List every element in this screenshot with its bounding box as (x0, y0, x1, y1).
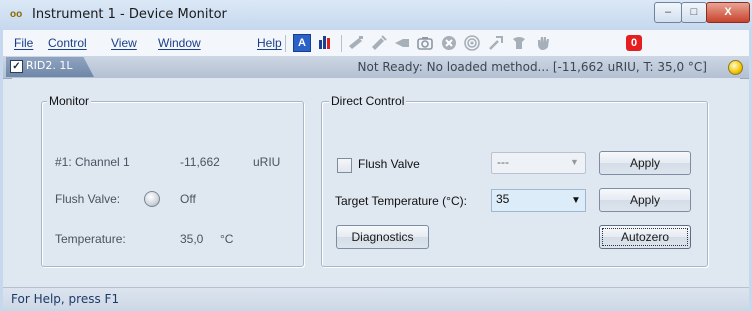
window-title: Instrument 1 - Device Monitor (32, 7, 227, 22)
status-bar-text: For Help, press F1 (11, 292, 120, 306)
temperature-unit: °C (220, 232, 234, 246)
module-header: ✓ RID2. 1L Not Ready: No loaded method..… (3, 56, 749, 79)
menu-control[interactable]: Control (48, 36, 87, 50)
flush-valve-led-icon (144, 191, 160, 207)
menu-bar: File Control View Window Help A 0 (3, 30, 749, 57)
valve-icon[interactable] (393, 34, 411, 52)
channel-unit: uRIU (253, 155, 281, 169)
signal-bars-icon[interactable] (316, 34, 334, 52)
flush-valve-checkbox[interactable] (337, 158, 352, 173)
channel-value: -11,662 (180, 155, 220, 169)
flush-valve-value: Off (180, 192, 196, 206)
apply-flush-button[interactable]: Apply (599, 151, 691, 175)
method-a-icon[interactable]: A (293, 34, 311, 52)
apply-temperature-button[interactable]: Apply (599, 188, 691, 212)
target-icon[interactable] (463, 34, 481, 52)
maximize-button[interactable]: □ (681, 2, 707, 23)
app-icon: oo (10, 9, 23, 20)
tool-icon[interactable] (510, 34, 528, 52)
menu-file[interactable]: File (14, 36, 33, 50)
camera-icon[interactable] (416, 34, 434, 52)
target-temperature-label: Target Temperature (°C): (335, 194, 467, 208)
minimize-button[interactable]: – (654, 2, 682, 23)
cancel-icon[interactable] (440, 34, 458, 52)
module-enabled-checkbox[interactable]: ✓ (10, 60, 23, 73)
chevron-down-icon: ▼ (570, 157, 579, 167)
status-led-icon (728, 60, 743, 75)
flush-valve-checkbox-label[interactable]: Flush Valve (358, 157, 420, 171)
chevron-down-icon[interactable]: ▼ (571, 195, 581, 206)
module-name: RID2. 1L (26, 59, 73, 72)
flush-valve-select-value: --- (497, 155, 509, 169)
temperature-value: 35,0 (180, 232, 204, 246)
hand-icon[interactable] (534, 34, 552, 52)
status-bar: For Help, press F1 (3, 287, 749, 309)
title-bar[interactable]: oo Instrument 1 - Device Monitor – □ X (0, 0, 752, 30)
syringe-icon[interactable] (370, 34, 388, 52)
autozero-button[interactable]: Autozero (599, 225, 691, 249)
monitor-legend: Monitor (47, 94, 92, 108)
menu-view[interactable]: View (111, 36, 137, 50)
direct-control-legend: Direct Control (329, 94, 407, 108)
menu-window[interactable]: Window (158, 36, 201, 50)
module-status-text: Not Ready: No loaded method... [-11,662 … (357, 60, 707, 74)
wrench-icon[interactable] (487, 34, 505, 52)
stop-icon[interactable]: 0 (626, 35, 642, 51)
inject-icon[interactable] (347, 34, 365, 52)
toolbar-separator (341, 35, 342, 52)
channel-label: #1: Channel 1 (55, 155, 130, 169)
menu-help[interactable]: Help (257, 36, 282, 50)
close-button[interactable]: X (706, 2, 750, 23)
diagnostics-button[interactable]: Diagnostics (336, 225, 429, 249)
toolbar-separator (285, 35, 286, 52)
temperature-label: Temperature: (55, 232, 126, 246)
flush-valve-label: Flush Valve: (55, 192, 121, 206)
target-temperature-value: 35 (496, 192, 510, 206)
